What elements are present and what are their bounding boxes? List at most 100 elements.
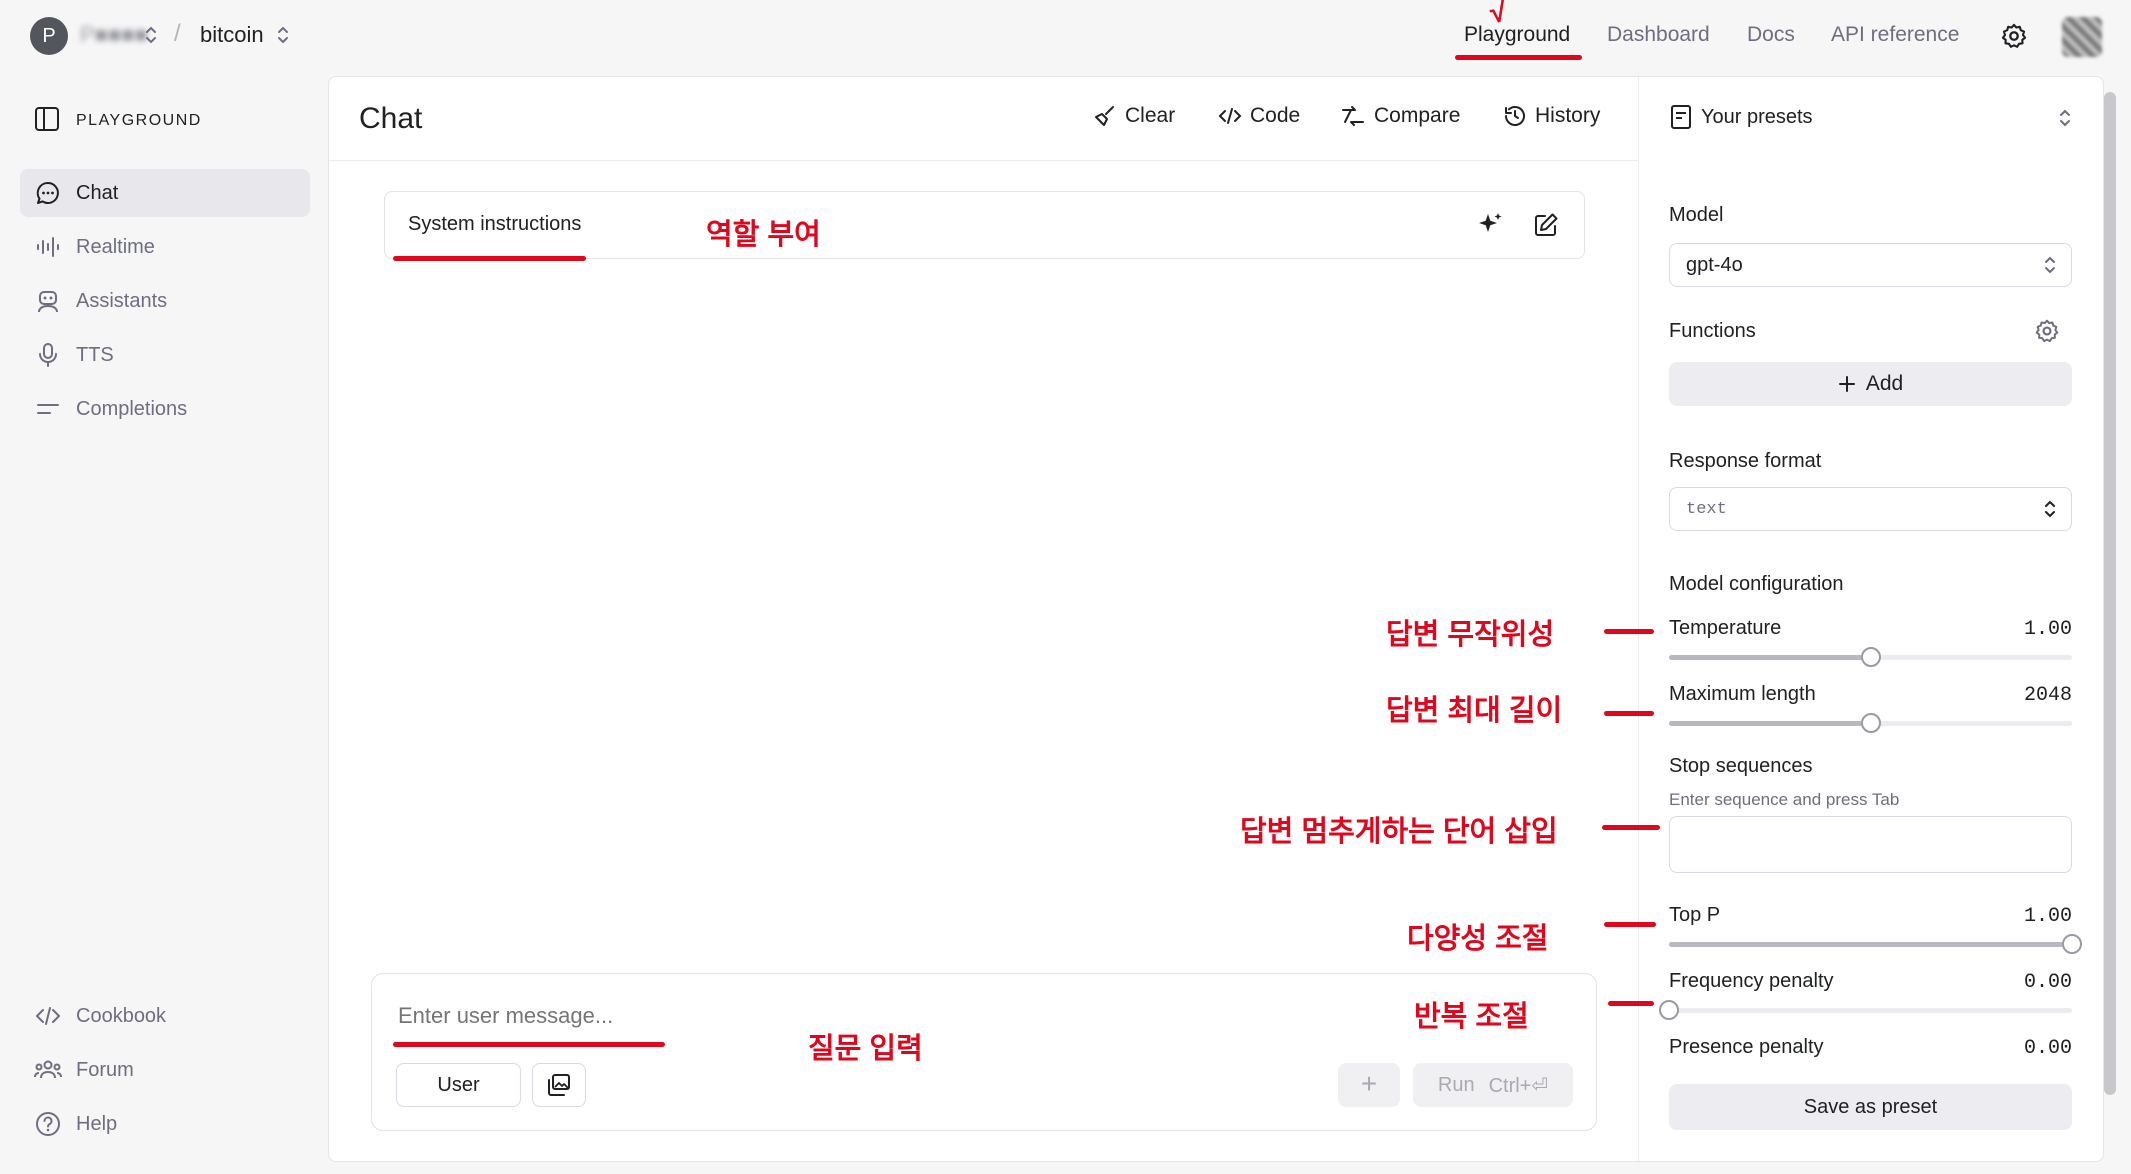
temperature-slider[interactable] <box>1669 647 2072 667</box>
presets-selector[interactable]: Your presets <box>1701 106 1813 129</box>
stop-sequences-label: Stop sequences <box>1669 755 1813 777</box>
user-avatar[interactable] <box>2062 17 2102 57</box>
project-name[interactable]: bitcoin <box>200 22 264 48</box>
nav-api-reference[interactable]: API reference <box>1831 23 1959 47</box>
sidebar-section-title: PLAYGROUND <box>76 112 202 129</box>
clear-button[interactable]: Clear <box>1093 104 1175 128</box>
sidebar-item-label: Completions <box>76 397 188 420</box>
run-shortcut: Ctrl+⏎ <box>1488 1074 1549 1097</box>
max-length-annotation: 답변 최대 길이 <box>1386 695 1563 727</box>
sidebar-item-cookbook[interactable]: Cookbook <box>20 992 310 1040</box>
top-bar: P P■■■■ / bitcoin √ Playground Dashboard… <box>0 0 2131 76</box>
penalty-annotation-line <box>1608 1001 1654 1006</box>
code-icon <box>1218 104 1242 128</box>
sidebar-item-label: TTS <box>76 343 114 366</box>
presence-penalty-label: Presence penalty <box>1669 1036 1824 1058</box>
compare-label: Compare <box>1374 104 1461 127</box>
people-icon <box>34 1056 62 1084</box>
sidebar-item-label: Forum <box>76 1058 134 1081</box>
role-annotation: 역할 부여 <box>706 219 821 251</box>
code-label: Code <box>1250 104 1301 127</box>
sidebar-item-label: Help <box>76 1112 118 1135</box>
edit-pencil-icon[interactable] <box>1533 212 1559 238</box>
image-gallery-icon <box>546 1072 572 1098</box>
history-button[interactable]: History <box>1503 104 1600 128</box>
top-p-slider-thumb[interactable] <box>2062 934 2082 954</box>
top-p-value: 1.00 <box>2023 905 2072 928</box>
temperature-value: 1.00 <box>2023 618 2072 641</box>
sidebar-item-assistants[interactable]: Assistants <box>20 277 310 325</box>
question-icon <box>34 1110 62 1138</box>
sidebar-item-tts[interactable]: TTS <box>20 331 310 379</box>
nav-docs[interactable]: Docs <box>1747 23 1795 47</box>
run-button[interactable]: Run Ctrl+⏎ <box>1413 1063 1573 1107</box>
breadcrumb-separator: / <box>174 20 181 47</box>
top-p-slider[interactable] <box>1669 934 2082 954</box>
sidebar-item-label: Chat <box>76 181 119 204</box>
sidebar-item-completions[interactable]: Completions <box>20 385 310 433</box>
model-value: gpt-4o <box>1686 253 1743 276</box>
stop-sequences-hint: Enter sequence and press Tab <box>1669 790 1900 809</box>
top-p-annotation: 다양성 조절 <box>1407 923 1549 955</box>
plus-icon <box>1838 375 1856 393</box>
presence-penalty-value: 0.00 <box>2023 1037 2072 1060</box>
broom-icon <box>1093 104 1117 128</box>
sidebar-item-label: Cookbook <box>76 1004 167 1027</box>
system-annotation-underline <box>393 256 586 261</box>
page-title: Chat <box>359 102 423 135</box>
code-button[interactable]: Code <box>1218 104 1300 128</box>
frequency-penalty-value: 0.00 <box>2023 971 2072 994</box>
model-label: Model <box>1669 204 1724 226</box>
playground-annotation-underline <box>1455 55 1582 60</box>
sidebar-item-help[interactable]: Help <box>20 1100 310 1148</box>
stop-sequences-input[interactable] <box>1669 816 2072 873</box>
attach-image-button[interactable] <box>532 1063 586 1107</box>
temperature-label: Temperature <box>1669 617 1782 639</box>
temperature-slider-thumb[interactable] <box>1860 647 1881 667</box>
response-format-value: text <box>1686 499 1727 519</box>
max-length-annotation-line <box>1604 711 1654 716</box>
settings-divider <box>1638 77 1639 1161</box>
org-name[interactable]: P■■■■ <box>80 22 148 48</box>
frequency-penalty-slider[interactable] <box>1659 1000 2072 1020</box>
presets-document-icon <box>1670 104 1692 130</box>
nav-playground[interactable]: Playground <box>1464 23 1570 47</box>
nav-dashboard[interactable]: Dashboard <box>1607 23 1710 47</box>
question-annotation: 질문 입력 <box>808 1033 923 1065</box>
system-instructions-label: System instructions <box>408 213 582 235</box>
add-function-button[interactable]: Add <box>1669 362 2072 406</box>
add-message-button[interactable]: + <box>1338 1063 1400 1107</box>
frequency-penalty-label: Frequency penalty <box>1669 970 1834 992</box>
sidebar-item-forum[interactable]: Forum <box>20 1046 310 1094</box>
chat-bubble-icon <box>34 179 62 207</box>
settings-gear-icon[interactable] <box>2000 22 2028 50</box>
project-switcher-chevron-icon[interactable] <box>276 24 290 46</box>
save-as-preset-button[interactable]: Save as preset <box>1669 1084 2072 1130</box>
top-p-label: Top P <box>1669 904 1721 926</box>
model-select[interactable]: gpt-4o <box>1669 243 2072 287</box>
stop-annotation-line <box>1602 825 1660 830</box>
audio-wave-icon <box>34 233 62 261</box>
compare-button[interactable]: Compare <box>1340 104 1460 128</box>
org-avatar[interactable]: P <box>30 17 68 55</box>
top-p-annotation-line <box>1604 922 1656 927</box>
robot-icon <box>34 287 62 315</box>
sidebar-item-realtime[interactable]: Realtime <box>20 223 310 271</box>
add-label: Add <box>1865 372 1904 395</box>
input-annotation-underline <box>393 1042 665 1047</box>
settings-scrollbar[interactable] <box>2104 92 2116 1095</box>
maximum-length-slider[interactable] <box>1669 713 2072 733</box>
top-p-slider-fill <box>1669 942 2072 947</box>
clear-label: Clear <box>1125 104 1176 127</box>
stop-annotation: 답변 멈추게하는 단어 삽입 <box>1240 816 1558 848</box>
response-format-select[interactable]: text <box>1669 487 2072 531</box>
frequency-penalty-slider-thumb[interactable] <box>1659 1000 1679 1020</box>
role-toggle-button[interactable]: User <box>396 1063 521 1107</box>
functions-gear-icon[interactable] <box>2034 318 2060 344</box>
sparkle-generate-icon[interactable] <box>1476 211 1504 239</box>
maximum-length-slider-thumb[interactable] <box>1860 713 1881 733</box>
presets-chevron-icon[interactable] <box>2058 107 2072 129</box>
org-switcher-chevron-icon[interactable] <box>144 24 158 46</box>
temperature-annotation: 답변 무작위성 <box>1386 619 1555 651</box>
sidebar-item-chat[interactable]: Chat <box>20 169 310 217</box>
